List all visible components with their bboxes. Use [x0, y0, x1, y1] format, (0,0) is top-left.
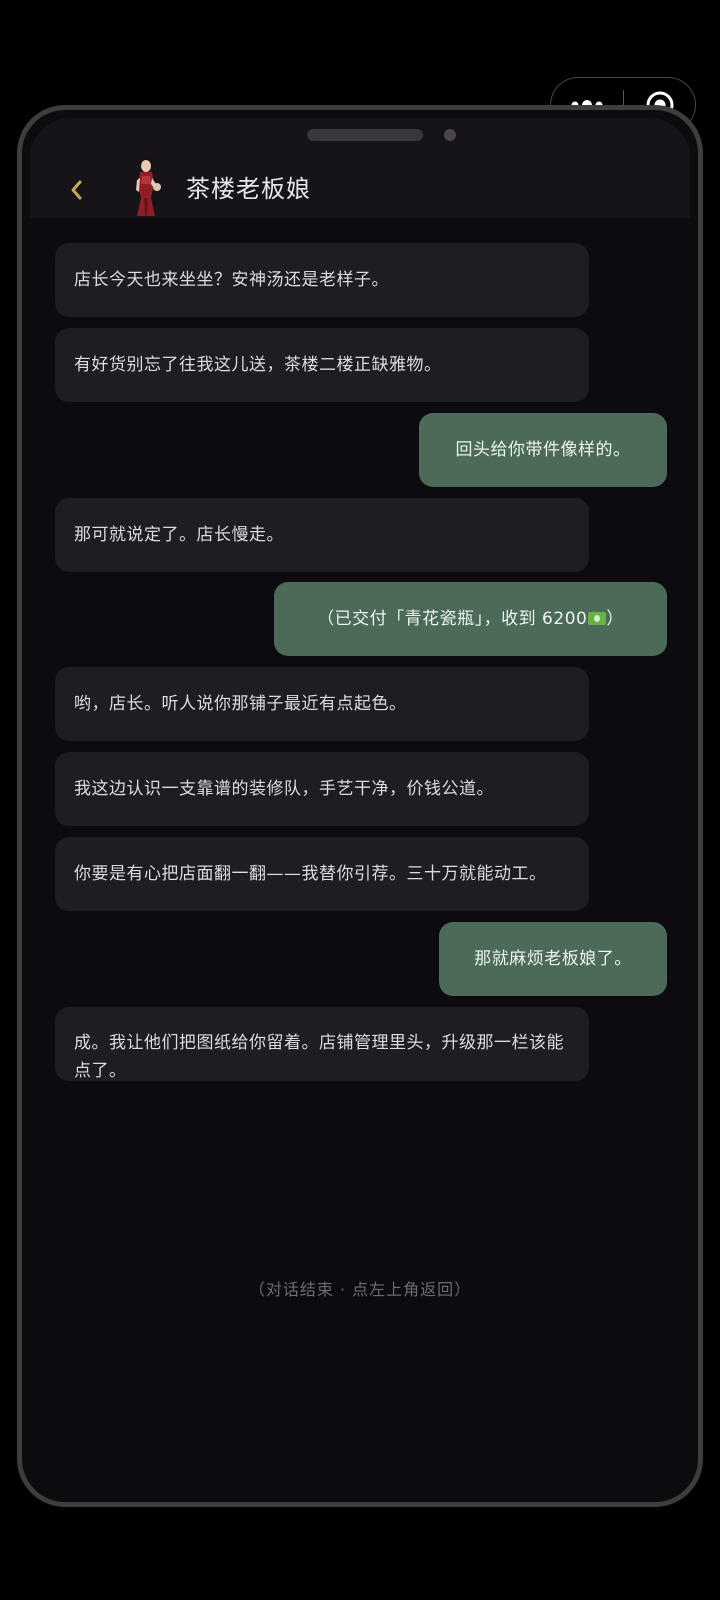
- phone-frame: 茶楼老板娘 店长今天也来坐坐？安神汤还是老样子。 有好货别忘了往我这儿送，茶楼二…: [17, 105, 703, 1507]
- money-icon: [588, 612, 607, 625]
- message-text: 你要是有心把店面翻一翻——我替你引荐。三十万就能动工。: [74, 864, 547, 884]
- avatar: [120, 154, 172, 218]
- message-text: 那就麻烦老板娘了。: [474, 949, 632, 969]
- message-bubble-incoming: 我这边认识一支靠谱的装修队，手艺干净，价钱公道。: [55, 752, 589, 826]
- message-bubble-outgoing: 回头给你带件像样的。: [419, 413, 667, 487]
- conversation-end-note: （对话结束 · 点左上角返回）: [248, 1280, 472, 1299]
- message-bubble-incoming: 你要是有心把店面翻一翻——我替你引荐。三十万就能动工。: [55, 837, 589, 911]
- chevron-left-icon: [71, 180, 82, 200]
- message-text: 有好货别忘了往我这儿送，茶楼二楼正缺雅物。: [74, 355, 442, 375]
- notch-speaker: [307, 129, 423, 141]
- message-bubble-incoming: 成。我让他们把图纸给你留着。店铺管理里头，升级那一栏该能点了。: [55, 1007, 589, 1081]
- message-text: 回头给你带件像样的。: [455, 440, 631, 460]
- back-button[interactable]: [56, 170, 96, 210]
- message-bubble-incoming: 那可就说定了。店长慢走。: [55, 498, 589, 572]
- message-text: 我这边认识一支靠谱的装修队，手艺干净，价钱公道。: [74, 779, 494, 799]
- message-bubble-incoming: 店长今天也来坐坐？安神汤还是老样子。: [55, 243, 589, 317]
- message-text: （已交付「青花瓷瓶」，收到 6200）: [317, 609, 624, 629]
- notch-camera: [444, 129, 456, 141]
- message-bubble-incoming: 哟，店长。听人说你那铺子最近有点起色。: [55, 667, 589, 741]
- message-text: 成。我让他们把图纸给你留着。店铺管理里头，升级那一栏该能点了。: [74, 1033, 564, 1081]
- message-bubble-outgoing: 那就麻烦老板娘了。: [439, 922, 667, 996]
- page-title: 茶楼老板娘: [186, 175, 311, 203]
- message-bubble-incoming: 有好货别忘了往我这儿送，茶楼二楼正缺雅物。: [55, 328, 589, 402]
- message-text: 店长今天也来坐坐？安神汤还是老样子。: [74, 270, 389, 290]
- phone-screen: 茶楼老板娘 店长今天也来坐坐？安神汤还是老样子。 有好货别忘了往我这儿送，茶楼二…: [30, 118, 690, 1494]
- message-text: 那可就说定了。店长慢走。: [74, 525, 284, 545]
- message-bubble-outgoing: （已交付「青花瓷瓶」，收到 6200）: [274, 582, 667, 656]
- message-text: 哟，店长。听人说你那铺子最近有点起色。: [74, 694, 407, 714]
- chat-header: 茶楼老板娘: [30, 118, 690, 218]
